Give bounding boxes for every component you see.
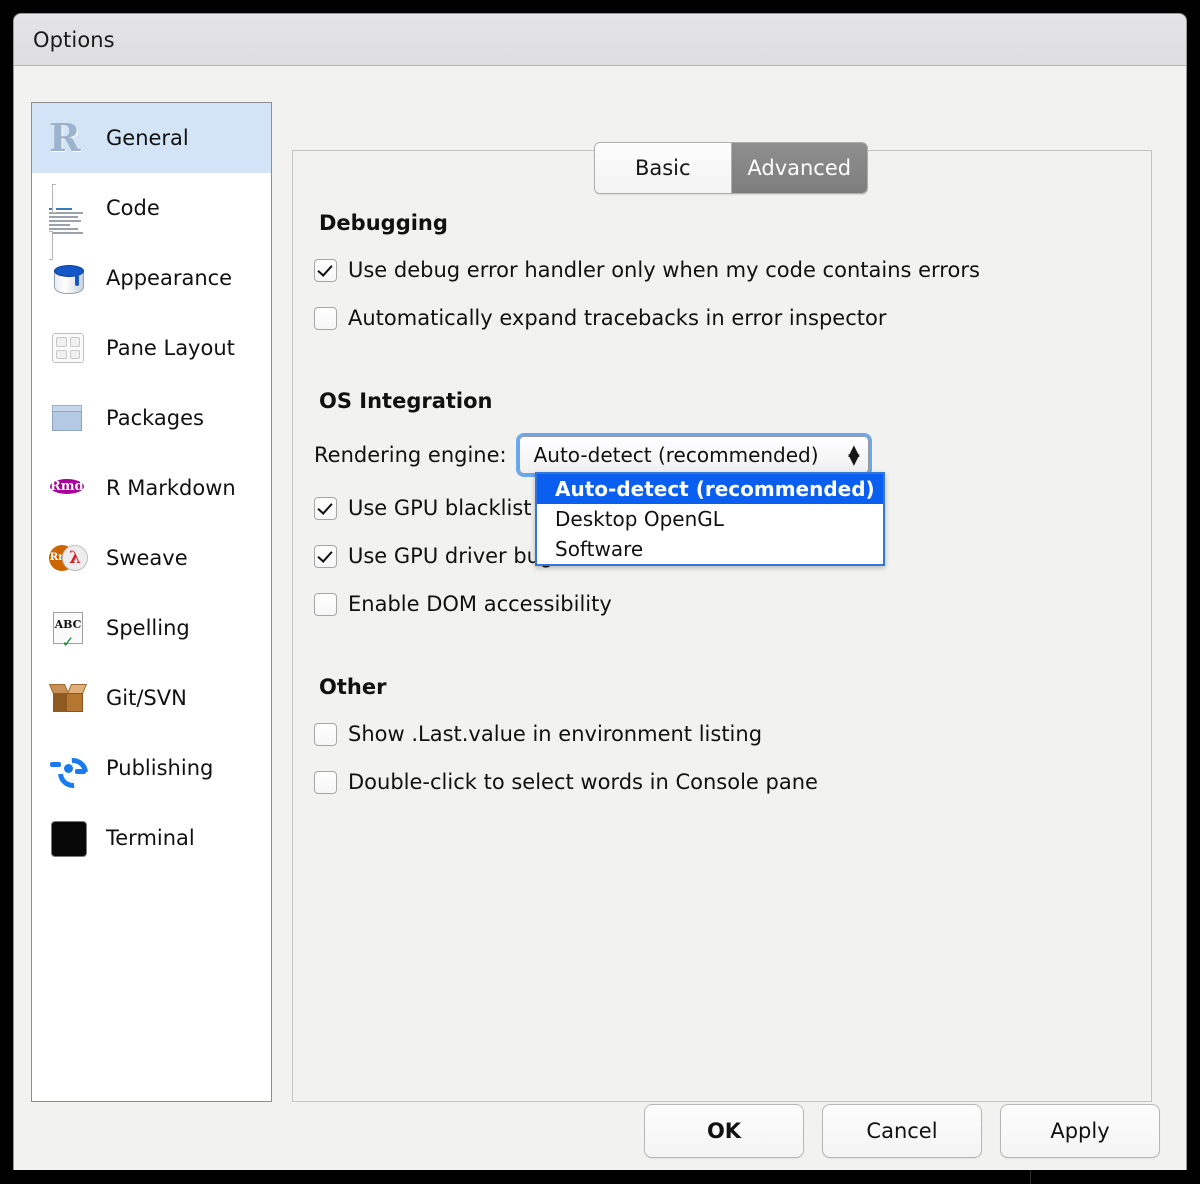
checkbox-row-debug-error-handler[interactable]: Use debug error handler only when my cod…: [314, 257, 1134, 283]
checkbox-gpu-blacklist[interactable]: [314, 497, 337, 520]
dialog-body: R General Code Appearance: [14, 66, 1186, 1170]
tab-basic[interactable]: Basic: [595, 143, 731, 193]
rnw-pdf-icon: Rnw λ: [49, 539, 87, 577]
sidebar-item-sweave[interactable]: Rnw λ Sweave: [32, 523, 271, 593]
section-heading-other: Other: [319, 675, 1134, 699]
rendering-engine-row: Rendering engine: Auto-detect (recommend…: [314, 435, 1134, 475]
apply-button[interactable]: Apply: [1000, 1104, 1160, 1158]
rendering-engine-value: Auto-detect (recommended): [534, 443, 844, 467]
r-logo-icon: R: [49, 119, 87, 157]
checkbox-label: Automatically expand tracebacks in error…: [348, 306, 886, 330]
sidebar-item-publishing[interactable]: Publishing: [32, 733, 271, 803]
rendering-engine-option-list[interactable]: Auto-detect (recommended) Desktop OpenGL…: [535, 472, 885, 566]
sidebar-item-appearance[interactable]: Appearance: [32, 243, 271, 313]
option-software[interactable]: Software: [537, 534, 883, 564]
abc-text: ABC: [55, 618, 82, 631]
tab-advanced[interactable]: Advanced: [731, 143, 868, 193]
sidebar-item-pane-layout[interactable]: Pane Layout: [32, 313, 271, 383]
sidebar-item-general[interactable]: R General: [32, 103, 271, 173]
chevron-updown-icon: ▲ ▼: [848, 446, 860, 464]
sidebar-item-label: Appearance: [106, 266, 232, 290]
section-heading-debugging: Debugging: [319, 211, 1134, 235]
checkbox-label: Double-click to select words in Console …: [348, 770, 818, 794]
sidebar-item-terminal[interactable]: Terminal: [32, 803, 271, 873]
checkbox-double-click-select[interactable]: [314, 771, 337, 794]
options-dialog-window: Options R General Code: [14, 14, 1186, 1170]
document-icon: [49, 189, 87, 227]
window-title: Options: [33, 28, 115, 52]
checkbox-row-double-click-select[interactable]: Double-click to select words in Console …: [314, 769, 1134, 795]
abc-check-icon: ABC ✓: [49, 609, 87, 647]
checkbox-label: Enable DOM accessibility: [348, 592, 612, 616]
sidebar-item-label: General: [106, 126, 189, 150]
package-box-icon: [49, 399, 87, 437]
checkbox-row-show-last-value[interactable]: Show .Last.value in environment listing: [314, 721, 1134, 747]
sidebar-item-label: Packages: [106, 406, 204, 430]
sidebar-item-label: Code: [106, 196, 160, 220]
sidebar-item-label: Git/SVN: [106, 686, 187, 710]
sidebar-item-label: Terminal: [106, 826, 195, 850]
open-box-icon: [49, 679, 87, 717]
sidebar-item-r-markdown[interactable]: Rmd R Markdown: [32, 453, 271, 523]
check-glyph: ✓: [62, 633, 75, 651]
sidebar-item-git-svn[interactable]: Git/SVN: [32, 663, 271, 733]
sidebar-item-label: Sweave: [106, 546, 188, 570]
settings-content: Debugging Use debug error handler only w…: [314, 211, 1134, 817]
checkbox-row-expand-tracebacks[interactable]: Automatically expand tracebacks in error…: [314, 305, 1134, 331]
sidebar-item-spelling[interactable]: ABC ✓ Spelling: [32, 593, 271, 663]
section-heading-os-integration: OS Integration: [319, 389, 1134, 413]
r-logo-glyph: R: [49, 115, 81, 160]
rmd-badge-icon: Rmd: [49, 469, 87, 507]
checkbox-expand-tracebacks[interactable]: [314, 307, 337, 330]
sidebar-item-packages[interactable]: Packages: [32, 383, 271, 453]
tab-bar[interactable]: Basic Advanced: [594, 142, 868, 194]
pane-grid-icon: [49, 329, 87, 367]
checkbox-row-dom-accessibility[interactable]: Enable DOM accessibility: [314, 591, 1134, 617]
ok-button[interactable]: OK: [644, 1104, 804, 1158]
chevron-down-icon: ▼: [848, 455, 860, 464]
screen-bottom-strip: [0, 1170, 1200, 1184]
rendering-engine-select[interactable]: Auto-detect (recommended) ▲ ▼: [519, 436, 869, 474]
spacer: [314, 353, 1134, 389]
paint-can-icon: [49, 259, 87, 297]
cancel-button[interactable]: Cancel: [822, 1104, 982, 1158]
option-auto-detect[interactable]: Auto-detect (recommended): [537, 474, 883, 504]
sidebar-item-label: Publishing: [106, 756, 213, 780]
sidebar-item-label: Spelling: [106, 616, 190, 640]
strip-divider: [1030, 1170, 1031, 1184]
pdf-badge-text: λ: [62, 545, 88, 571]
dialog-footer: OK Cancel Apply: [14, 1104, 1186, 1158]
sidebar-item-label: R Markdown: [106, 476, 236, 500]
rendering-engine-label: Rendering engine:: [314, 443, 507, 467]
checkbox-label: Use debug error handler only when my cod…: [348, 258, 980, 282]
publishing-icon: [49, 749, 87, 787]
sidebar-item-label: Pane Layout: [106, 336, 235, 360]
checkbox-dom-accessibility[interactable]: [314, 593, 337, 616]
terminal-icon: [49, 819, 87, 857]
checkbox-gpu-driver-workarounds[interactable]: [314, 545, 337, 568]
option-desktop-opengl[interactable]: Desktop OpenGL: [537, 504, 883, 534]
sidebar-item-code[interactable]: Code: [32, 173, 271, 243]
checkbox-debug-error-handler[interactable]: [314, 259, 337, 282]
spacer: [314, 639, 1134, 675]
checkbox-label: Show .Last.value in environment listing: [348, 722, 762, 746]
rmd-badge-text: Rmd: [50, 479, 84, 494]
window-titlebar: Options: [14, 14, 1186, 66]
checkbox-show-last-value[interactable]: [314, 723, 337, 746]
category-sidebar[interactable]: R General Code Appearance: [31, 102, 272, 1102]
